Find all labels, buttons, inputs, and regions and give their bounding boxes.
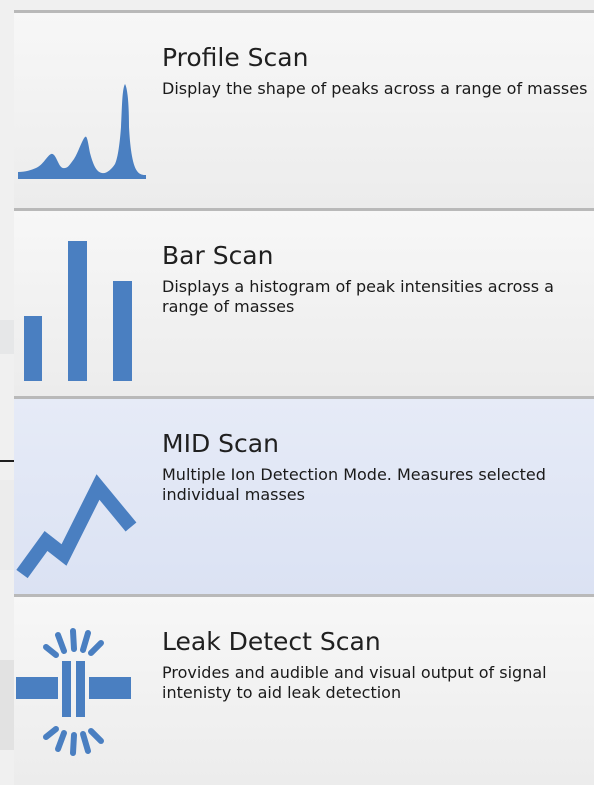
mid-zigzag-icon <box>16 449 146 589</box>
scan-description: Provides and audible and visual output o… <box>162 663 547 702</box>
scan-title: Leak Detect Scan <box>162 627 381 656</box>
scan-mode-list: Profile Scan Display the shape of peaks … <box>14 10 594 785</box>
scan-description: Multiple Ion Detection Mode. Measures se… <box>162 465 546 504</box>
leak-pipe-icon <box>16 625 146 765</box>
scan-mode-profile[interactable]: Profile Scan Display the shape of peaks … <box>14 10 594 208</box>
scan-title: Bar Scan <box>162 241 274 270</box>
scan-mode-leak-detect[interactable]: Leak Detect Scan Provides and audible an… <box>14 594 594 785</box>
scan-mode-bar[interactable]: Bar Scan Displays a histogram of peak in… <box>14 208 594 396</box>
scan-description: Displays a histogram of peak intensities… <box>162 277 554 316</box>
bar-histogram-icon <box>16 241 146 381</box>
scan-description: Display the shape of peaks across a rang… <box>162 79 588 98</box>
profile-peaks-icon <box>16 51 146 191</box>
scan-title: Profile Scan <box>162 43 309 72</box>
scan-mode-mid[interactable]: MID Scan Multiple Ion Detection Mode. Me… <box>14 396 594 594</box>
scan-title: MID Scan <box>162 429 279 458</box>
